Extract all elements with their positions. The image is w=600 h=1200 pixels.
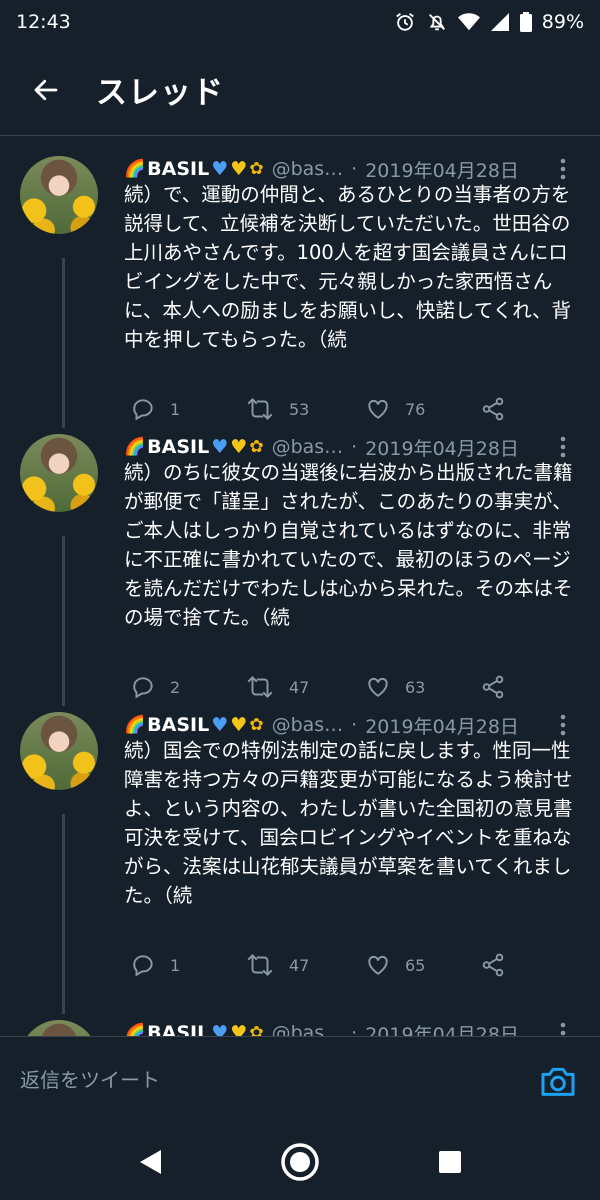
- wifi-icon: [457, 13, 480, 31]
- camera-icon: [541, 1067, 575, 1096]
- rainbow-icon: 🌈: [124, 437, 146, 457]
- handle: @bas…: [271, 1022, 344, 1036]
- tweet-date: 2019年04月28日: [365, 437, 519, 460]
- retweet-icon: [247, 953, 273, 977]
- heart-icon: [368, 955, 388, 975]
- blue-heart-icon: ♥: [211, 158, 229, 180]
- tweet[interactable]: 🌈 BASIL ♥ ♥ ✿ @bas… · 2019年04月28日 続）国会での…: [0, 692, 600, 977]
- more-vertical-icon: [560, 714, 566, 736]
- like-button[interactable]: 65: [365, 952, 425, 978]
- back-button[interactable]: [16, 60, 76, 120]
- display-name[interactable]: 🌈 BASIL ♥ ♥ ✿: [124, 1022, 264, 1036]
- nav-home-button[interactable]: [280, 1142, 320, 1182]
- blue-heart-icon: ♥: [211, 1022, 229, 1036]
- yellow-heart-icon: ♥: [230, 436, 248, 458]
- reply-icon: [133, 955, 153, 977]
- blue-heart-icon: ♥: [211, 714, 229, 736]
- system-nav-bar: [0, 1124, 600, 1200]
- nav-back-button[interactable]: [130, 1142, 170, 1182]
- display-name[interactable]: 🌈 BASIL ♥ ♥ ✿: [124, 714, 264, 736]
- status-bar: 12:43 89%: [0, 0, 600, 44]
- reply-button[interactable]: 1: [130, 952, 180, 978]
- reply-compose-bar: [0, 1036, 600, 1124]
- handle: @bas…: [271, 436, 344, 458]
- yellow-heart-icon: ♥: [230, 1022, 248, 1036]
- display-name[interactable]: 🌈 BASIL ♥ ♥ ✿: [124, 158, 264, 180]
- nav-recents-icon: [439, 1151, 461, 1173]
- more-vertical-icon: [560, 436, 566, 458]
- header: スレッド: [0, 44, 600, 136]
- more-vertical-icon: [560, 1022, 566, 1036]
- page-title: スレッド: [96, 75, 224, 111]
- nav-recents-button[interactable]: [430, 1142, 470, 1182]
- status-time: 12:43: [16, 11, 71, 33]
- more-button[interactable]: [552, 1018, 574, 1036]
- battery-percent: 89%: [541, 11, 584, 33]
- tweet-date: 2019年04月28日: [365, 159, 519, 182]
- avatar[interactable]: [20, 434, 98, 512]
- handle: @bas…: [271, 158, 344, 180]
- sunflower-icon: ✿: [249, 437, 264, 457]
- tweet-actions: 1 47 65: [130, 950, 510, 980]
- share-button[interactable]: [480, 952, 506, 978]
- tweet[interactable]: 🌈 BASIL ♥ ♥ ✿ @bas… · 2019年04月28日 続）のちに彼…: [0, 414, 600, 699]
- back-arrow-icon: [34, 79, 58, 100]
- nav-back-icon: [140, 1150, 161, 1174]
- sunflower-icon: ✿: [249, 159, 264, 179]
- rainbow-icon: 🌈: [124, 1023, 146, 1036]
- avatar[interactable]: [20, 156, 98, 234]
- yellow-heart-icon: ♥: [230, 158, 248, 180]
- retweet-button[interactable]: 47: [245, 952, 309, 978]
- signal-icon: [490, 13, 509, 31]
- tweet-date: 2019年04月28日: [365, 715, 519, 738]
- handle: @bas…: [271, 714, 344, 736]
- reply-input[interactable]: [20, 1063, 500, 1097]
- nav-home-icon: [281, 1143, 319, 1181]
- avatar[interactable]: [20, 712, 98, 790]
- rainbow-icon: 🌈: [124, 715, 146, 735]
- avatar[interactable]: [20, 1020, 98, 1036]
- more-vertical-icon: [560, 158, 566, 180]
- tweet-text: 続）のちに彼女の当選後に岩波から出版された書籍が郵便で「謹呈」されたが、このあた…: [124, 461, 573, 629]
- tweet-text: 続）国会での特例法制定の話に戻します。性同一性障害を持つ方々の戸籍変更が可能にな…: [124, 739, 573, 907]
- camera-button[interactable]: [538, 1061, 578, 1101]
- battery-icon: [519, 12, 532, 32]
- tweet-text: 続）で、運動の仲間と、あるひとりの当事者の方を説得して、立候補を決断していただい…: [124, 183, 571, 351]
- tweet[interactable]: 🌈 BASIL ♥ ♥ ✿ @bas… · 2019年04月28日 続）で、運動…: [0, 136, 600, 421]
- sunflower-icon: ✿: [249, 1023, 264, 1036]
- share-icon: [482, 953, 504, 977]
- yellow-heart-icon: ♥: [230, 714, 248, 736]
- blue-heart-icon: ♥: [211, 436, 229, 458]
- dnd-off-icon: [428, 14, 445, 31]
- rainbow-icon: 🌈: [124, 159, 146, 179]
- sunflower-icon: ✿: [249, 715, 264, 735]
- tweet[interactable]: 🌈 BASIL ♥ ♥ ✿ @bas… · 2019年04月28日: [0, 1000, 600, 1036]
- display-name[interactable]: 🌈 BASIL ♥ ♥ ✿: [124, 436, 264, 458]
- alarm-icon: [395, 13, 414, 31]
- tweet-date: 2019年04月28日: [365, 1023, 519, 1037]
